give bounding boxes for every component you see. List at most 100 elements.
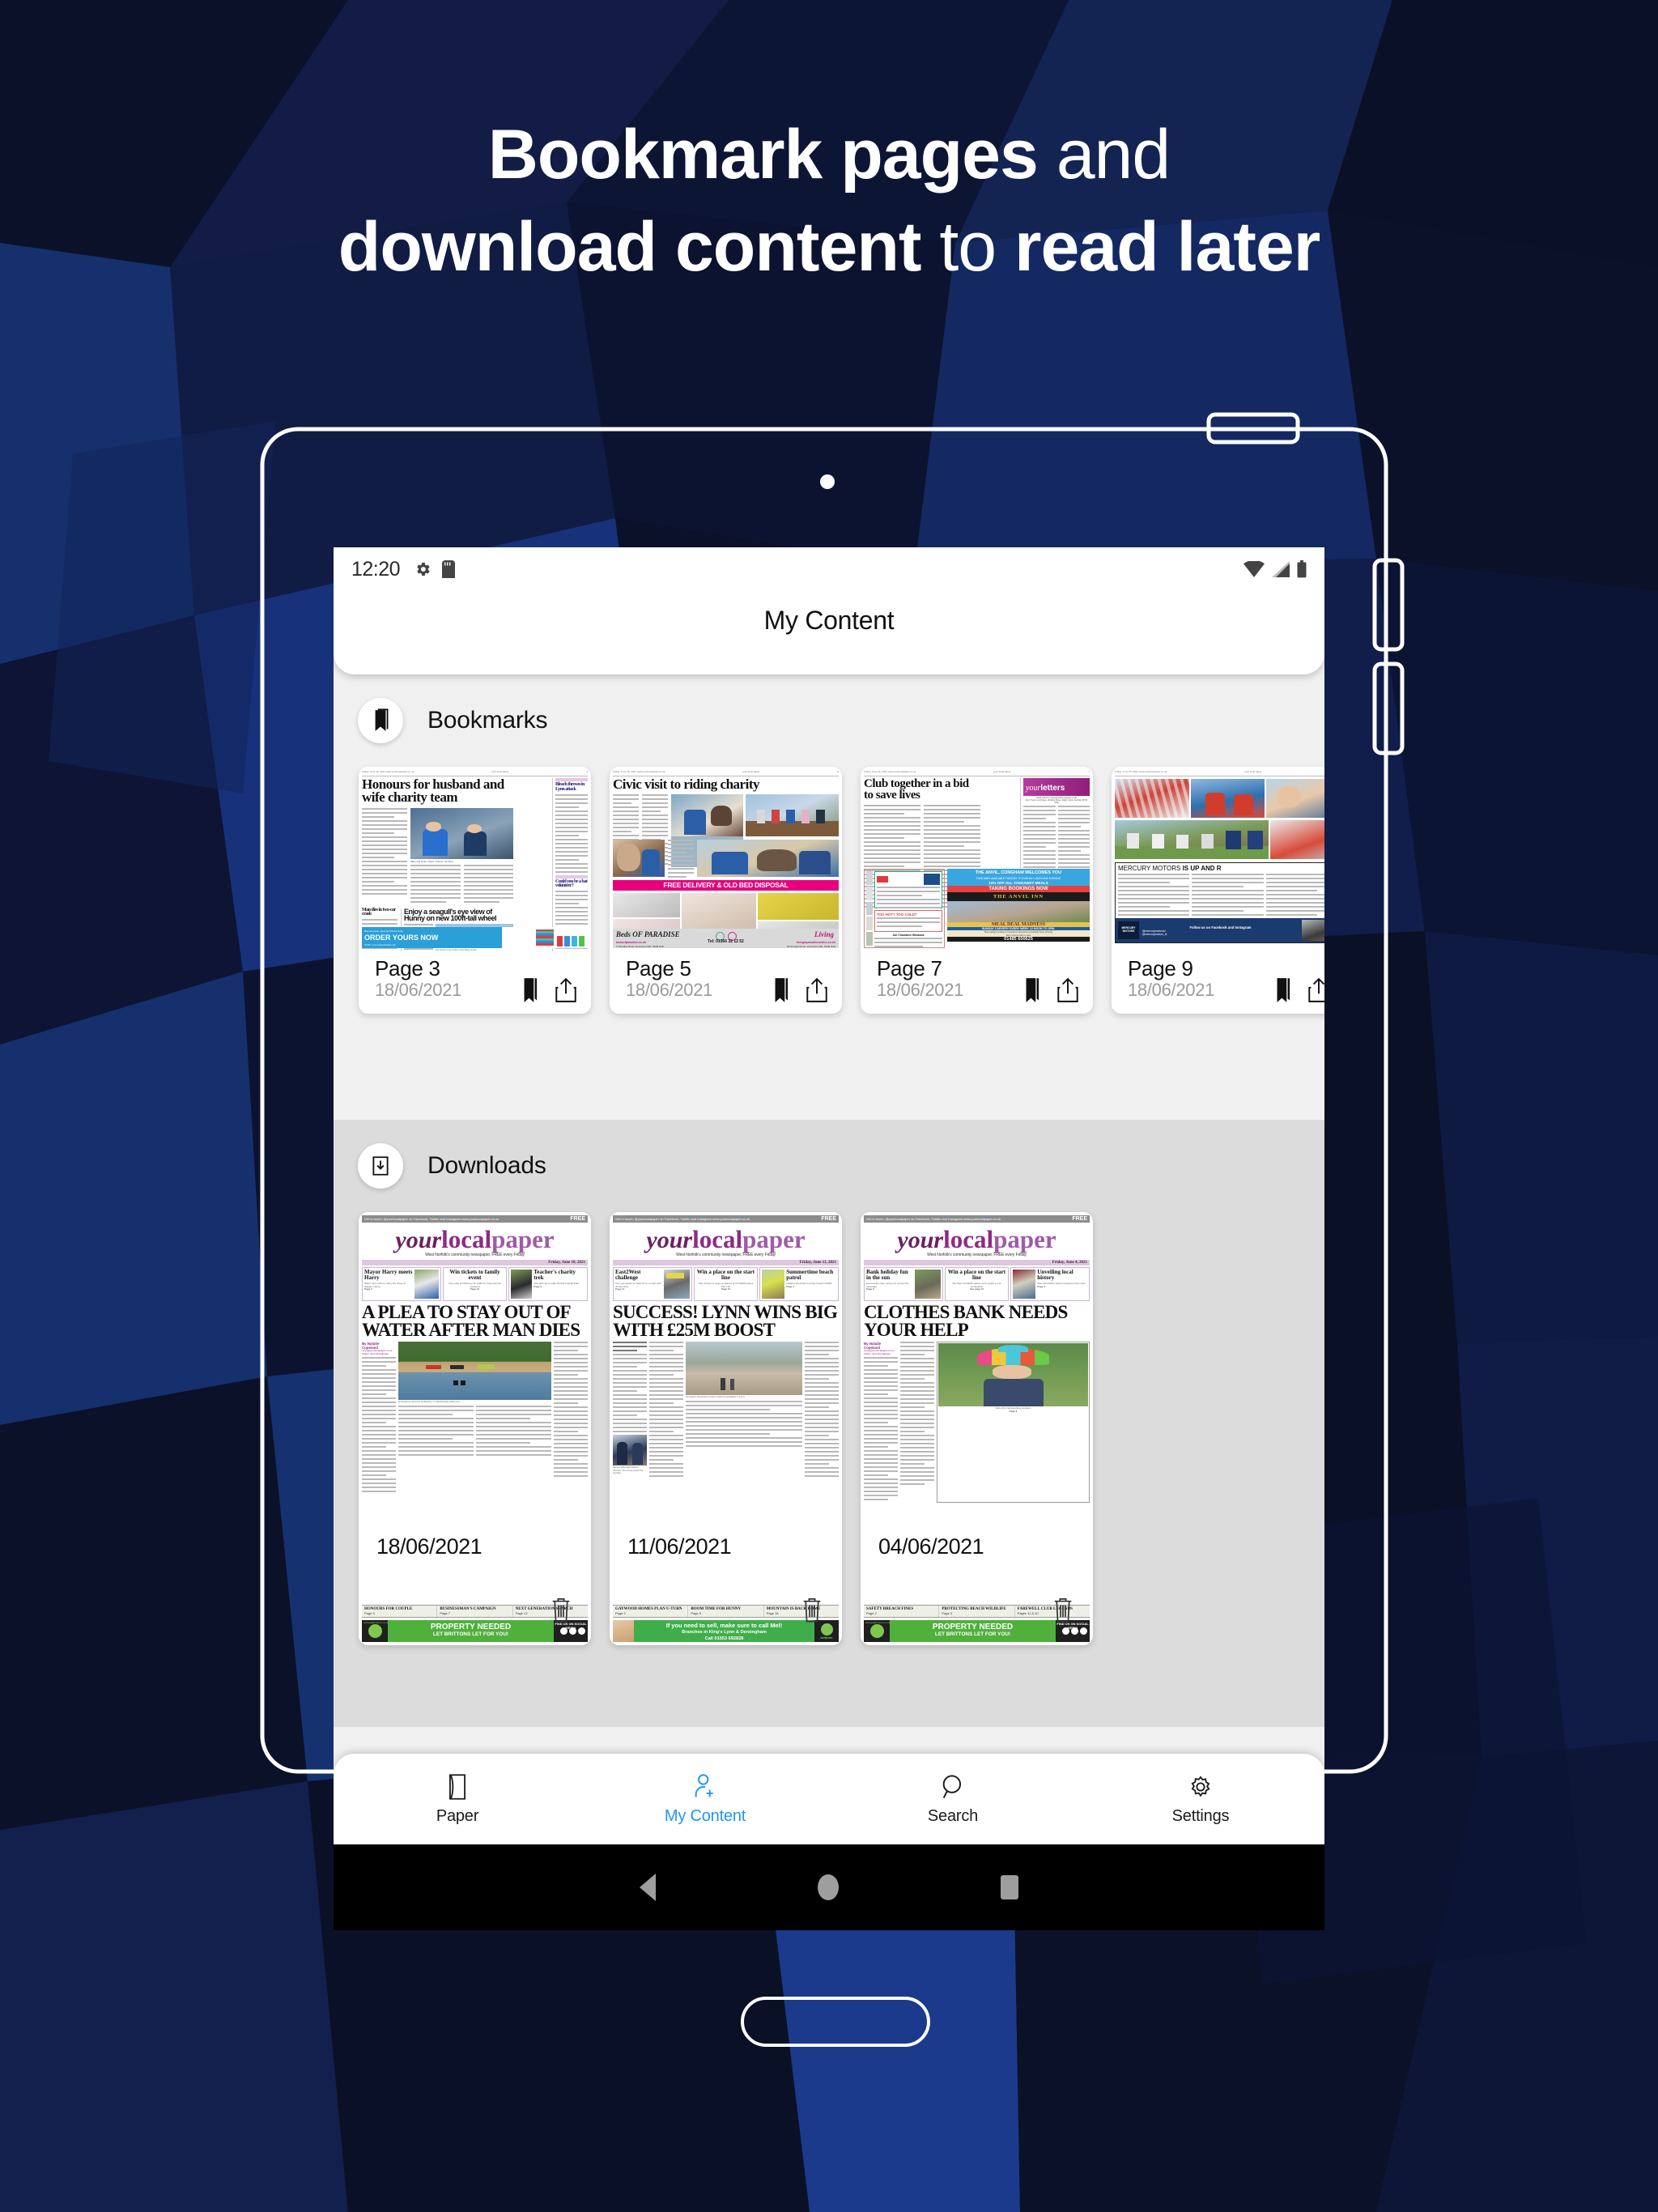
bookmark-icon[interactable] xyxy=(1273,977,1294,1003)
teaser-page: Page 10 xyxy=(470,1287,480,1291)
download-card[interactable]: Get in touch: @yourlocalpaper on Faceboo… xyxy=(359,1212,591,1645)
headline-bold-1: Bookmark pages xyxy=(487,116,1039,194)
bookmark-pages-icon xyxy=(358,698,403,743)
download-card-date: 11/06/2021 xyxy=(627,1534,732,1559)
front-topbar-free: FREE xyxy=(570,1216,585,1222)
back-button[interactable] xyxy=(640,1874,656,1901)
teaser-headline: Mayor Harry meets Harry xyxy=(364,1269,413,1281)
bookmark-card[interactable]: Friday, June 18, 2021 www.yourlocalpaper… xyxy=(861,767,1093,1014)
page-dateline: Friday, June 18, 2021 www.yourlocalpaper… xyxy=(864,770,916,773)
bookmark-card[interactable]: Friday, June 18, 2021 www.yourlocalpaper… xyxy=(1112,767,1324,1014)
promo-headline: Bookmark pages and download content to r… xyxy=(0,109,1658,293)
share-icon[interactable] xyxy=(555,977,577,1003)
masthead-paper: paper xyxy=(491,1225,555,1253)
teaser-headline: Bank holiday fun in the sun xyxy=(866,1269,908,1281)
front-photo-caption: Emergency services at Bawsey on Wednesda… xyxy=(398,1400,460,1404)
headline-light-2: to xyxy=(920,207,1014,286)
front-dateline: Friday, June 11, 2021 xyxy=(799,1260,836,1265)
tab-settings-label: Settings xyxy=(1171,1806,1230,1825)
front-page-thumbnail: Get in touch: @yourlocalpaper on Faceboo… xyxy=(359,1212,591,1645)
page-headline: Honours for husband and wife charity tea… xyxy=(362,776,504,806)
download-card[interactable]: Get in touch: @yourlocalpaper on Faceboo… xyxy=(861,1212,1093,1645)
front-dateline: Friday, June 4, 2021 xyxy=(1052,1260,1087,1265)
delete-icon[interactable] xyxy=(549,1596,573,1623)
front-topbar-text: Get in touch: @yourlocalpaper on Faceboo… xyxy=(866,1217,1001,1221)
front-page-thumbnail: Get in touch: @yourlocalpaper on Faceboo… xyxy=(861,1212,1093,1645)
download-icon xyxy=(358,1143,403,1189)
page-ad-handle-2: @mercurymotors_kl xyxy=(1142,932,1167,936)
page-ad-logo: MERCURY MOTORS xyxy=(1118,921,1139,939)
masthead-paper: paper xyxy=(993,1225,1056,1253)
page-folio: 7 xyxy=(1088,770,1090,773)
bookmarks-card-row[interactable]: Friday, June 18, 2021 www.yourlocalpaper… xyxy=(334,767,1324,1014)
bookmark-icon[interactable] xyxy=(771,977,792,1003)
teaser-headline: Win a place on the start line xyxy=(696,1269,755,1281)
page-masthead-small: your local paper xyxy=(993,770,1011,773)
tab-my-content-label: My Content xyxy=(664,1806,746,1825)
bookmark-card-date: 18/06/2021 xyxy=(877,980,964,1000)
bookmarks-section-label: Bookmarks xyxy=(427,707,548,734)
front-topbar-text: Get in touch: @yourlocalpaper on Faceboo… xyxy=(615,1217,750,1221)
page-thumbnail: Friday, June 18, 2021 www.yourlocalpaper… xyxy=(1112,767,1324,951)
page-ad-logo-2: Living xyxy=(814,930,834,938)
page-dateline: Friday, June 18, 2021 www.yourlocalpaper… xyxy=(362,770,414,773)
share-icon[interactable] xyxy=(806,977,828,1003)
bookmark-card-date: 18/06/2021 xyxy=(375,980,462,1000)
app-bar: 12:20 My Content xyxy=(334,547,1324,674)
share-icon[interactable] xyxy=(1056,977,1079,1003)
teaser-page: Page 4 xyxy=(1037,1284,1045,1288)
page-sidebar-headline: Bleach thrown in Lynn attack xyxy=(555,782,585,792)
tab-my-content[interactable]: My Content xyxy=(581,1773,829,1826)
teaser-headline: Teacher's charity trek xyxy=(534,1269,576,1281)
home-button[interactable] xyxy=(741,1997,930,2047)
download-card-date: 18/06/2021 xyxy=(376,1534,483,1559)
front-page-thumbnail: Get in touch: @yourlocalpaper on Faceboo… xyxy=(610,1212,842,1645)
downloads-section: Downloads Get in touch: @yourlocalpaper … xyxy=(334,1120,1324,1727)
page-title: My Content xyxy=(763,606,895,635)
share-icon[interactable] xyxy=(1307,977,1324,1003)
page-headline: Civic visit to riding charity xyxy=(613,776,759,792)
front-headline: A PLEA TO STAY OUT OF WATER AFTER MAN DI… xyxy=(362,1302,580,1341)
tab-paper-label: Paper xyxy=(436,1806,479,1825)
delete-icon[interactable] xyxy=(800,1596,824,1623)
downloads-card-row[interactable]: Get in touch: @yourlocalpaper on Faceboo… xyxy=(334,1212,1324,1645)
teaser-page: Page 10 xyxy=(721,1287,731,1291)
bookmark-icon[interactable] xyxy=(520,977,541,1003)
delete-icon[interactable] xyxy=(1051,1596,1075,1623)
page-ad-bookings: TAKING BOOKINGS NOW xyxy=(947,886,1090,892)
teaser-headline: Unveiling local history xyxy=(1037,1269,1073,1281)
front-photo-caption: An artist's impression of the riverfront… xyxy=(686,1395,746,1399)
android-navigation-bar xyxy=(334,1844,1324,1930)
page-folio: 5 xyxy=(837,770,839,773)
teaser-headline: East2West challenge xyxy=(615,1269,641,1281)
bookmark-icon[interactable] xyxy=(1022,977,1043,1003)
page-sub-headline: Man dies in two-car crash xyxy=(362,907,396,917)
teaser-headline: Summertime beach patrol xyxy=(786,1269,834,1281)
page-ad-address-2: 48-50 High Street, Downham Mkt, PE38 9HH xyxy=(786,944,835,948)
tab-settings[interactable]: Settings xyxy=(1077,1773,1324,1826)
bookmark-card[interactable]: Friday, June 18, 2021 www.yourlocalpaper… xyxy=(359,767,591,1014)
page-folio: 3 xyxy=(586,770,588,773)
tab-search-label: Search xyxy=(927,1806,979,1825)
page-ad-phone: Tel: 01366 32 12 52 xyxy=(708,939,744,944)
tab-search[interactable]: Search xyxy=(829,1773,1077,1826)
home-button[interactable] xyxy=(818,1874,839,1900)
teaser-headline: Win a place on the start line xyxy=(947,1269,1006,1281)
masthead-your: your xyxy=(897,1227,944,1253)
front-headline: CLOTHES BANK NEEDS YOUR HELP xyxy=(864,1302,1068,1341)
recents-button[interactable] xyxy=(1001,1875,1018,1899)
page-ad-address-1: 1 Paradise Road, Downham Mkt, PE38 9HS xyxy=(616,944,664,948)
page-ad-url-2: livinginparadiseonline.co.uk xyxy=(796,941,835,944)
download-card[interactable]: Get in touch: @yourlocalpaper on Faceboo… xyxy=(610,1212,842,1645)
headline-bold-2: download content xyxy=(338,207,922,286)
masthead-local: local xyxy=(441,1225,492,1253)
page-dateline: Friday, June 18, 2021 www.yourlocalpaper… xyxy=(1115,770,1167,773)
download-card-date: 04/06/2021 xyxy=(878,1534,984,1559)
tab-paper[interactable]: Paper xyxy=(334,1773,581,1826)
page-masthead-small: your local paper xyxy=(742,770,760,773)
masthead-local: local xyxy=(692,1225,743,1253)
bookmark-card[interactable]: Friday, June 18, 2021 www.yourlocalpaper… xyxy=(610,767,842,1014)
teaser-headline: Win tickets to family event xyxy=(449,1269,500,1281)
page-ad-banner: FREE DELIVERY & OLD BED DISPOSAL xyxy=(613,880,839,891)
page-thumbnail: Friday, June 18, 2021 www.yourlocalpaper… xyxy=(861,767,1093,951)
